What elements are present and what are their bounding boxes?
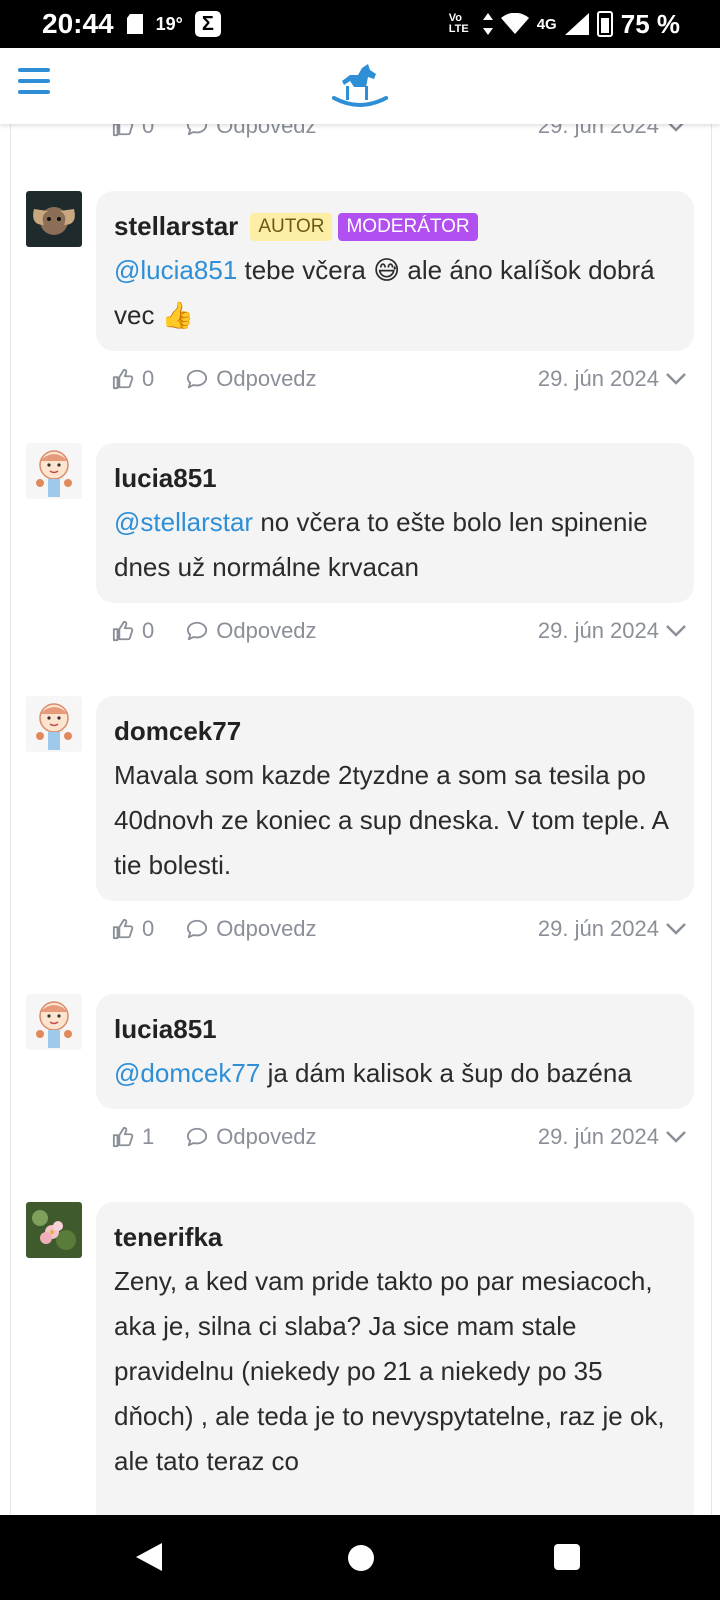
- sd-card-icon: [126, 13, 144, 35]
- avatar[interactable]: [26, 696, 82, 752]
- like-count: 1: [142, 1124, 155, 1149]
- comment-bubble: lucia851 @stellarstar no včera to ešte b…: [96, 443, 694, 603]
- reply-button[interactable]: Odpovedz: [186, 366, 317, 392]
- comment-author[interactable]: lucia851: [114, 463, 217, 494]
- author-badge: AUTOR: [250, 212, 333, 241]
- comment-author[interactable]: stellarstar: [114, 211, 238, 242]
- signal-icon: [564, 13, 589, 35]
- chevron-down-icon[interactable]: [665, 922, 687, 936]
- like-button[interactable]: 1: [112, 1124, 154, 1150]
- thumbs-up-icon: [112, 1126, 134, 1148]
- chevron-down-icon[interactable]: [665, 1130, 687, 1144]
- speech-bubble-icon: [187, 1127, 208, 1147]
- reply-label: Odpovedz: [216, 366, 317, 391]
- reply-button[interactable]: Odpovedz: [186, 618, 317, 644]
- sigma-app-icon: Σ: [194, 11, 221, 37]
- comment-bubble: tenerifka Zeny, a ked vam pride takto po…: [96, 1202, 694, 1515]
- reply-label: Odpovedz: [216, 618, 317, 643]
- user-mention[interactable]: @domcek77: [114, 1058, 260, 1088]
- reply-label: Odpovedz: [216, 916, 317, 941]
- comment-date: 29. jún 2024: [537, 1124, 659, 1149]
- comment-actions: 0 Odpovedz 29. jún 2024: [112, 359, 687, 399]
- comment-author[interactable]: lucia851: [114, 1014, 217, 1045]
- comment-bubble: stellarstar AUTOR MODERÁTOR @lucia851 te…: [96, 191, 694, 351]
- speech-bubble-icon: [187, 919, 208, 939]
- avatar[interactable]: [26, 191, 82, 247]
- reply-button[interactable]: Odpovedz: [186, 124, 317, 139]
- comment-body: Zeny, a ked vam pride takto po par mesia…: [114, 1266, 665, 1476]
- battery-icon: [596, 11, 613, 37]
- speech-bubble-icon: [187, 124, 208, 136]
- data-arrows-icon: [482, 13, 493, 35]
- thumbs-up-icon: [112, 620, 134, 642]
- speech-bubble-icon: [187, 621, 208, 641]
- comment-actions: 1 Odpovedz 29. jún 2024: [112, 1117, 687, 1157]
- comment-text: @domcek77 ja dám kalisok a šup do bazéna: [114, 1051, 676, 1096]
- avatar[interactable]: [26, 1202, 82, 1258]
- network-type: 4G: [536, 15, 557, 33]
- volte-indicator: Vo LTE: [448, 12, 469, 35]
- reply-label: Odpovedz: [216, 1124, 317, 1149]
- moderator-badge: MODERÁTOR: [338, 212, 478, 241]
- comment-text: Zeny, a ked vam pride takto po par mesia…: [114, 1259, 676, 1484]
- back-icon[interactable]: [136, 1543, 162, 1571]
- thumbs-up-icon: [112, 918, 134, 940]
- speech-bubble-icon: [187, 369, 208, 389]
- home-icon[interactable]: [348, 1545, 374, 1571]
- chevron-down-icon[interactable]: [665, 624, 687, 638]
- recent-apps-icon[interactable]: [554, 1544, 580, 1570]
- comment-actions: 0 Odpovedz 29. jún 2024: [112, 909, 687, 949]
- like-button[interactable]: 0: [112, 124, 154, 139]
- comment-date: 29. jún 2024: [537, 916, 659, 941]
- reply-button[interactable]: Odpovedz: [186, 916, 317, 942]
- comment-body: Mavala som kazde 2tyzdne a som sa tesila…: [114, 760, 668, 880]
- system-navigation-bar: [0, 1515, 720, 1600]
- comment-body: ja dám kalisok a šup do bazéna: [260, 1058, 632, 1088]
- wifi-icon: [500, 13, 529, 35]
- comment-actions-partial: 0 Odpovedz 29. jún 2024: [112, 124, 687, 146]
- app-header: [0, 48, 720, 124]
- avatar[interactable]: [26, 994, 82, 1050]
- reply-label: Odpovedz: [216, 124, 317, 138]
- like-count: 0: [142, 124, 155, 138]
- comment-text: @stellarstar no včera to ešte bolo len s…: [114, 500, 676, 590]
- comment-author[interactable]: domcek77: [114, 716, 241, 747]
- comment-author[interactable]: tenerifka: [114, 1222, 222, 1253]
- reply-button[interactable]: Odpovedz: [186, 1124, 317, 1150]
- user-mention[interactable]: @stellarstar: [114, 507, 253, 537]
- comment-date: 29. jún 2024: [537, 366, 659, 391]
- rocking-horse-logo-icon[interactable]: [332, 62, 388, 112]
- status-time: 20:44: [42, 8, 114, 39]
- comment-bubble: domcek77 Mavala som kazde 2tyzdne a som …: [96, 696, 694, 901]
- avatar[interactable]: [26, 443, 82, 499]
- hamburger-menu-icon[interactable]: [18, 68, 50, 100]
- user-mention[interactable]: @lucia851: [114, 255, 237, 285]
- chevron-down-icon[interactable]: [665, 372, 687, 386]
- thumbs-up-icon: [112, 368, 134, 390]
- comment-text: @lucia851 tebe včera 😅 ale áno kalíšok d…: [114, 248, 676, 338]
- comment-text: Mavala som kazde 2tyzdne a som sa tesila…: [114, 753, 676, 888]
- like-button[interactable]: 0: [112, 366, 154, 392]
- comment-bubble: lucia851 @domcek77 ja dám kalisok a šup …: [96, 994, 694, 1109]
- battery-level: 75 %: [620, 8, 680, 39]
- chevron-down-icon[interactable]: [665, 124, 687, 133]
- comment-date: 29. jún 2024: [537, 124, 659, 138]
- like-count: 0: [142, 366, 155, 391]
- thumbs-up-icon: [112, 124, 134, 137]
- status-temperature: 19°: [155, 13, 183, 34]
- status-bar: 20:44 19° Σ Vo LTE 4G 75 %: [0, 0, 720, 48]
- comment-actions: 0 Odpovedz 29. jún 2024: [112, 611, 687, 651]
- like-button[interactable]: 0: [112, 916, 154, 942]
- comment-date: 29. jún 2024: [537, 618, 659, 643]
- like-count: 0: [142, 916, 155, 941]
- like-button[interactable]: 0: [112, 618, 154, 644]
- comments-feed[interactable]: 0 Odpovedz 29. jún 2024 stellarstar AUTO…: [0, 124, 720, 1515]
- like-count: 0: [142, 618, 155, 643]
